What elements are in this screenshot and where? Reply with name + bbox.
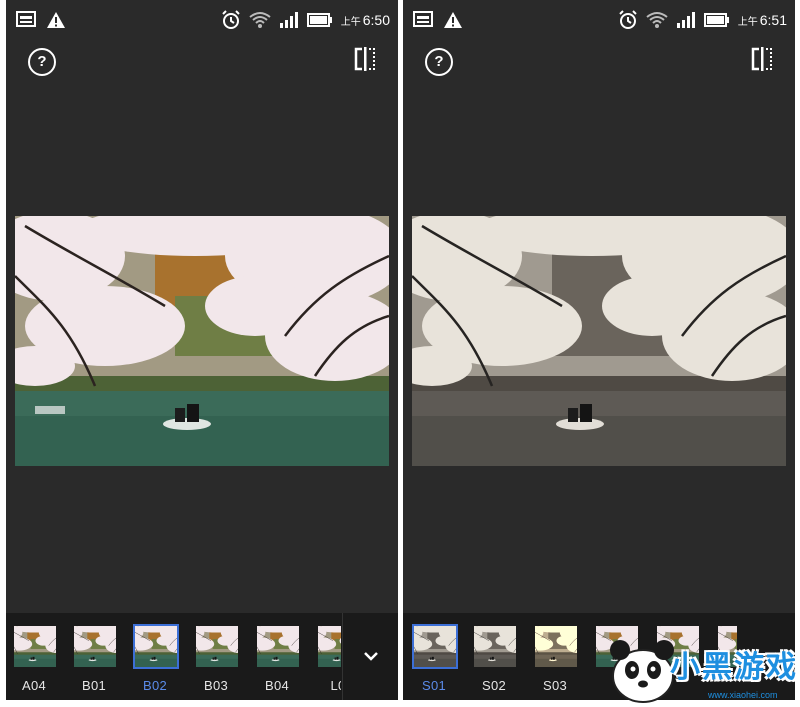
filter-label: S01	[421, 678, 447, 693]
status-bar: 上午 6:50	[6, 0, 398, 40]
signal-icon	[279, 12, 298, 28]
filter-thumbnail	[255, 624, 301, 669]
watermark-url: www.xiaohei.com	[708, 690, 778, 700]
filter-item-b02[interactable]: B02	[133, 624, 179, 693]
filter-strip: A04 B01 B02 B03 B04 L0	[6, 613, 398, 700]
image-icon	[16, 11, 36, 27]
filter-label: L0	[330, 678, 341, 693]
battery-icon	[703, 13, 729, 27]
warning-icon	[47, 12, 65, 28]
filter-item-b04[interactable]: B04	[255, 624, 299, 693]
wifi-icon	[249, 12, 271, 28]
clock: 上午 6:51	[737, 12, 787, 28]
filter-label: S02	[481, 678, 507, 693]
compare-split-icon[interactable]	[751, 47, 773, 71]
alarm-icon	[619, 10, 637, 29]
filter-label: B02	[142, 678, 168, 693]
battery-icon	[306, 13, 332, 27]
filter-thumbnail	[194, 624, 240, 669]
filter-label: B03	[203, 678, 229, 693]
expand-filters-button[interactable]	[342, 613, 398, 700]
filter-label: B04	[264, 678, 290, 693]
photo-preview	[412, 216, 786, 466]
filter-label: S03	[542, 678, 568, 693]
filter-thumbnail	[412, 624, 458, 669]
filter-item-a04[interactable]: A04	[12, 624, 56, 693]
filter-thumbnail	[133, 624, 179, 669]
signal-icon	[676, 12, 695, 28]
filter-label: A04	[21, 678, 47, 693]
filter-item-s02[interactable]: S02	[472, 624, 516, 693]
panda-logo	[610, 640, 674, 703]
watermark-text: 小黑游戏	[670, 651, 798, 684]
help-icon: ?	[37, 53, 47, 70]
filter-item-b03[interactable]: B03	[194, 624, 238, 693]
right-screen: 上午 6:51 ? S01 S02 S03	[403, 0, 795, 700]
filter-label: B01	[81, 678, 107, 693]
status-bar: 上午 6:51	[403, 0, 795, 40]
image-icon	[413, 11, 433, 27]
filter-thumbnail	[72, 624, 118, 669]
chevron-down-icon	[364, 652, 378, 661]
help-icon: ?	[434, 53, 444, 70]
filter-item-s01[interactable]: S01	[412, 624, 458, 693]
filter-thumbnail	[472, 624, 518, 669]
left-screen: 上午 6:50 ? A04 B01 B02 B03 B04 L	[6, 0, 398, 700]
photo-preview	[15, 216, 389, 466]
watermark: 小黑游戏 www.xiaohei.com	[608, 632, 800, 707]
filter-item-s03[interactable]: S03	[533, 624, 577, 693]
warning-icon	[444, 12, 462, 28]
clock: 上午 6:50	[340, 12, 390, 28]
filter-thumbnail	[316, 624, 341, 669]
help-button[interactable]: ?	[425, 48, 453, 76]
filter-item-l0[interactable]: L0	[316, 624, 341, 693]
compare-split-icon[interactable]	[354, 47, 376, 71]
alarm-icon	[222, 10, 240, 29]
wifi-icon	[646, 12, 668, 28]
filter-item-b01[interactable]: B01	[72, 624, 116, 693]
filter-thumbnail	[12, 624, 58, 669]
filter-thumbnail	[533, 624, 579, 669]
help-button[interactable]: ?	[28, 48, 56, 76]
